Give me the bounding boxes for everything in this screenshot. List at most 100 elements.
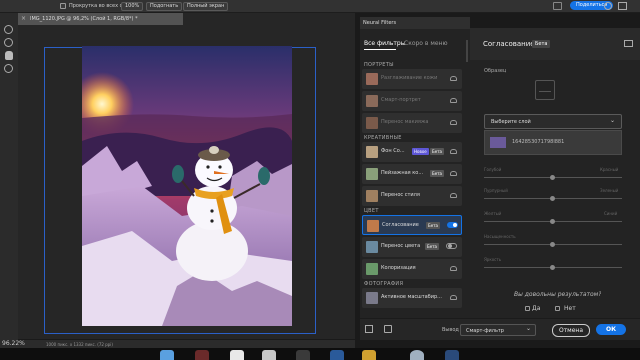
app-icon[interactable] bbox=[296, 350, 310, 360]
new-badge: Новое bbox=[412, 148, 429, 155]
chevron-down-icon: ⌄ bbox=[525, 325, 531, 332]
download-cloud-icon[interactable] bbox=[450, 171, 457, 176]
zoom-tool-icon[interactable] bbox=[4, 64, 13, 73]
filter-toggle-off[interactable] bbox=[446, 243, 457, 249]
slider-knob[interactable] bbox=[550, 196, 555, 201]
panel-title: Neural Filters bbox=[363, 20, 397, 26]
slider-knob[interactable] bbox=[550, 242, 555, 247]
fullscreen-button[interactable]: Полный экран bbox=[183, 2, 229, 11]
filter-bottom-bar: Вывод Смарт-фильтр ⌄ Отмена ОК bbox=[360, 318, 640, 340]
cloud-icon[interactable] bbox=[553, 2, 562, 10]
zoom-100-button[interactable]: 100% bbox=[121, 2, 144, 11]
slider-left-label: Желтый bbox=[484, 211, 502, 216]
filter-landscape[interactable]: Пейзажная ко... Бета bbox=[362, 164, 462, 184]
output-select[interactable]: Смарт-фильтр ⌄ bbox=[460, 324, 536, 336]
filter-label: Колоризация bbox=[381, 265, 416, 271]
download-cloud-icon[interactable] bbox=[450, 149, 457, 154]
beta-badge: Бета bbox=[426, 222, 440, 229]
finder-icon[interactable] bbox=[160, 350, 174, 360]
filter-label: Согласование bbox=[382, 222, 419, 228]
slider-left-label: Пурпурный bbox=[484, 188, 508, 193]
app-icon[interactable] bbox=[330, 350, 344, 360]
filter-toggle-on[interactable] bbox=[447, 222, 458, 228]
color-transfer-thumb bbox=[366, 241, 378, 253]
download-cloud-icon[interactable] bbox=[450, 266, 457, 271]
ok-button[interactable]: ОК bbox=[596, 324, 626, 335]
filter-label: Пейзажная ко... bbox=[381, 170, 424, 176]
filter-color-transfer[interactable]: Перенос цвета Бета bbox=[362, 237, 462, 257]
chevron-down-icon: ⌄ bbox=[609, 117, 615, 124]
feedback-yes[interactable]: Да bbox=[525, 305, 541, 315]
fit-screen-button[interactable]: Подогнать bbox=[146, 2, 183, 11]
photoshop-icon[interactable] bbox=[445, 350, 459, 360]
document-tab[interactable]: × IMG_1120.JPG @ 96,2% (Слой 1, RGB/8*) … bbox=[18, 13, 183, 25]
background-thumb bbox=[366, 146, 378, 158]
filter-makeup-transfer[interactable]: Перенос макияжа bbox=[362, 113, 462, 133]
sample-image-icon bbox=[535, 80, 555, 100]
colorize-thumb bbox=[366, 263, 378, 275]
workspace-icon[interactable] bbox=[618, 2, 627, 10]
slider-right-label: Синий bbox=[604, 211, 618, 216]
skin-smoothing-thumb bbox=[366, 73, 378, 85]
tab-all-filters[interactable]: Все фильтры bbox=[364, 40, 405, 47]
close-tab-icon[interactable]: × bbox=[21, 15, 26, 22]
smart-portrait-thumb bbox=[366, 95, 378, 107]
filter-background[interactable]: Фон Со... Новое Бета bbox=[362, 142, 462, 162]
app-icon[interactable] bbox=[362, 350, 376, 360]
style-transfer-thumb bbox=[366, 190, 378, 202]
app-icon[interactable] bbox=[410, 350, 424, 360]
cancel-button[interactable]: Отмена bbox=[552, 324, 590, 337]
filter-skin-smoothing[interactable]: Разглаживание кожи bbox=[362, 69, 462, 89]
section-portraits: ПОРТРЕТЫ bbox=[364, 62, 394, 68]
search-icon[interactable] bbox=[604, 2, 612, 10]
slider-knob[interactable] bbox=[550, 265, 555, 270]
zoom-out-icon[interactable] bbox=[4, 38, 13, 47]
download-cloud-icon[interactable] bbox=[450, 76, 457, 81]
filter-colorize[interactable]: Колоризация bbox=[362, 259, 462, 279]
filter-smart-portrait[interactable]: Смарт-портрет bbox=[362, 91, 462, 111]
zoom-in-icon[interactable] bbox=[4, 25, 13, 34]
download-cloud-icon[interactable] bbox=[450, 98, 457, 103]
calendar-icon[interactable] bbox=[230, 350, 244, 360]
download-cloud-icon[interactable] bbox=[450, 120, 457, 125]
harmonization-thumb bbox=[367, 220, 379, 232]
no-label: Нет bbox=[564, 305, 576, 312]
slider-left-label: Насыщенность bbox=[484, 234, 516, 239]
layer-option[interactable]: 1642853071798l881 bbox=[512, 139, 564, 145]
section-creative: КРЕАТИВНЫЕ bbox=[364, 135, 402, 141]
feedback-no[interactable]: Нет bbox=[555, 305, 576, 315]
neural-filters-header: Neural Filters bbox=[360, 17, 470, 29]
status-bar: 96.22% 1000 пикс. x 1332 пикс. (72 ppi) bbox=[0, 340, 355, 348]
document-size: 1000 пикс. x 1332 пикс. (72 ppi) bbox=[46, 342, 113, 347]
document-image[interactable] bbox=[82, 46, 292, 326]
compare-icon[interactable] bbox=[365, 325, 373, 333]
output-select-value: Смарт-фильтр bbox=[466, 328, 504, 334]
slider-right-label: Красный bbox=[600, 167, 619, 172]
filter-harmonization[interactable]: Согласование Бета bbox=[362, 215, 462, 235]
zoom-readout[interactable]: 96.22% bbox=[2, 340, 25, 348]
download-cloud-icon[interactable] bbox=[450, 295, 457, 300]
layer-option-thumb bbox=[490, 137, 506, 148]
list-scrollbar[interactable] bbox=[466, 40, 468, 62]
filter-label: Перенос макияжа bbox=[381, 119, 429, 125]
layers-icon[interactable] bbox=[384, 325, 392, 333]
filter-label: Смарт-портрет bbox=[381, 97, 421, 103]
app-icon[interactable] bbox=[262, 350, 276, 360]
layer-select[interactable]: Выберите слой ⌄ bbox=[484, 114, 622, 129]
slider-knob[interactable] bbox=[550, 175, 555, 180]
tab-coming-soon[interactable]: Скоро в меню bbox=[404, 40, 448, 47]
section-photo: ФОТОГРАФИЯ bbox=[364, 281, 404, 287]
filter-super-zoom[interactable]: Активное масштабир... bbox=[362, 288, 462, 308]
slider-knob[interactable] bbox=[550, 219, 555, 224]
download-cloud-icon[interactable] bbox=[450, 193, 457, 198]
sample-label: Образец bbox=[484, 68, 507, 74]
filter-style-transfer[interactable]: Перенос стиля bbox=[362, 186, 462, 206]
filter-label: Фон Со... bbox=[381, 148, 405, 154]
app-icon[interactable] bbox=[195, 350, 209, 360]
hand-tool-icon[interactable] bbox=[5, 51, 13, 60]
document-tab-title: IMG_1120.JPG @ 96,2% (Слой 1, RGB/8*) * bbox=[30, 16, 138, 22]
thumbs-up-icon bbox=[525, 306, 530, 311]
yes-label: Да bbox=[532, 305, 541, 312]
scroll-all-checkbox[interactable] bbox=[60, 3, 66, 9]
panel-layout-icon[interactable] bbox=[624, 40, 633, 47]
